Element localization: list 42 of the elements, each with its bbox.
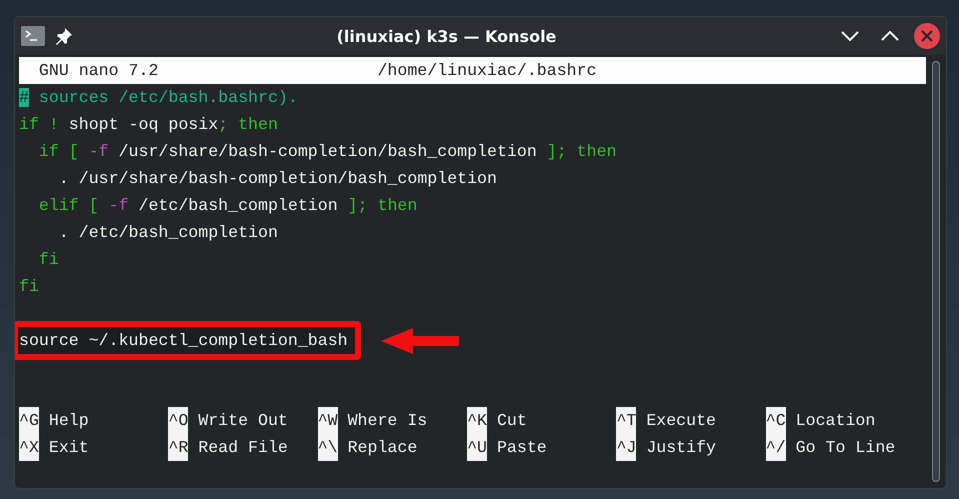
window-title: (linuxiac) k3s — Konsole bbox=[336, 26, 558, 46]
shortcut-label: Justify bbox=[646, 437, 716, 459]
shortcut-label: Go To Line bbox=[796, 437, 896, 459]
shortcut-key: ^G bbox=[19, 407, 39, 434]
code-line: fi bbox=[38, 250, 59, 269]
code-line: if [ -f /usr/share/bash-completion/bash_completion ]; then bbox=[38, 142, 617, 161]
maximize-icon[interactable] bbox=[880, 29, 900, 43]
shortcut-key: ^/ bbox=[766, 434, 786, 461]
code-line: fi bbox=[19, 277, 39, 296]
shortcut-label: Read File bbox=[198, 437, 288, 459]
shortcut-label: Execute bbox=[646, 410, 716, 432]
file-path: /home/linuxiac/.bashrc bbox=[377, 61, 597, 80]
shortcut-label: Paste bbox=[496, 437, 547, 459]
terminal-icon[interactable] bbox=[21, 26, 45, 46]
shortcut-label: Where Is bbox=[348, 410, 428, 432]
shortcut-label: Write Out bbox=[198, 410, 288, 432]
code-line: . /etc/bash_completion bbox=[58, 223, 278, 242]
shortcut-key: ^C bbox=[766, 407, 786, 434]
shortcut-label: Replace bbox=[348, 437, 418, 459]
shortcut-key: ^X bbox=[19, 434, 39, 461]
shortcut-label: Location bbox=[796, 410, 876, 432]
shortcut-key: ^O bbox=[168, 407, 188, 434]
code-line: elif [ -f /etc/bash_completion ]; then bbox=[38, 196, 418, 215]
shortcut-key: ^W bbox=[318, 407, 338, 434]
editor-version: GNU nano 7.2 bbox=[38, 61, 158, 80]
shortcut-label: Exit bbox=[48, 437, 89, 459]
pin-icon[interactable] bbox=[55, 27, 73, 45]
shortcut-label: Help bbox=[48, 410, 89, 432]
shortcut-key: ^K bbox=[467, 407, 487, 434]
code-line: . /usr/share/bash-completion/bash_completion bbox=[58, 169, 497, 188]
close-icon[interactable] bbox=[914, 23, 940, 49]
shortcut-key: ^U bbox=[467, 434, 487, 461]
shortcut-label: Cut bbox=[496, 410, 527, 432]
shortcut-key: ^R bbox=[168, 434, 188, 461]
shortcut-key: ^\ bbox=[318, 434, 338, 461]
shortcut-key: ^T bbox=[616, 407, 636, 434]
scrollbar[interactable] bbox=[932, 61, 940, 482]
arrow-icon bbox=[380, 328, 459, 354]
code-line: # sources /etc/bash.bashrc). bbox=[19, 88, 298, 107]
minimize-icon[interactable] bbox=[840, 29, 860, 43]
shortcut-key: ^J bbox=[616, 434, 636, 461]
code-line: if ! shopt -oq posix; then bbox=[19, 115, 278, 134]
